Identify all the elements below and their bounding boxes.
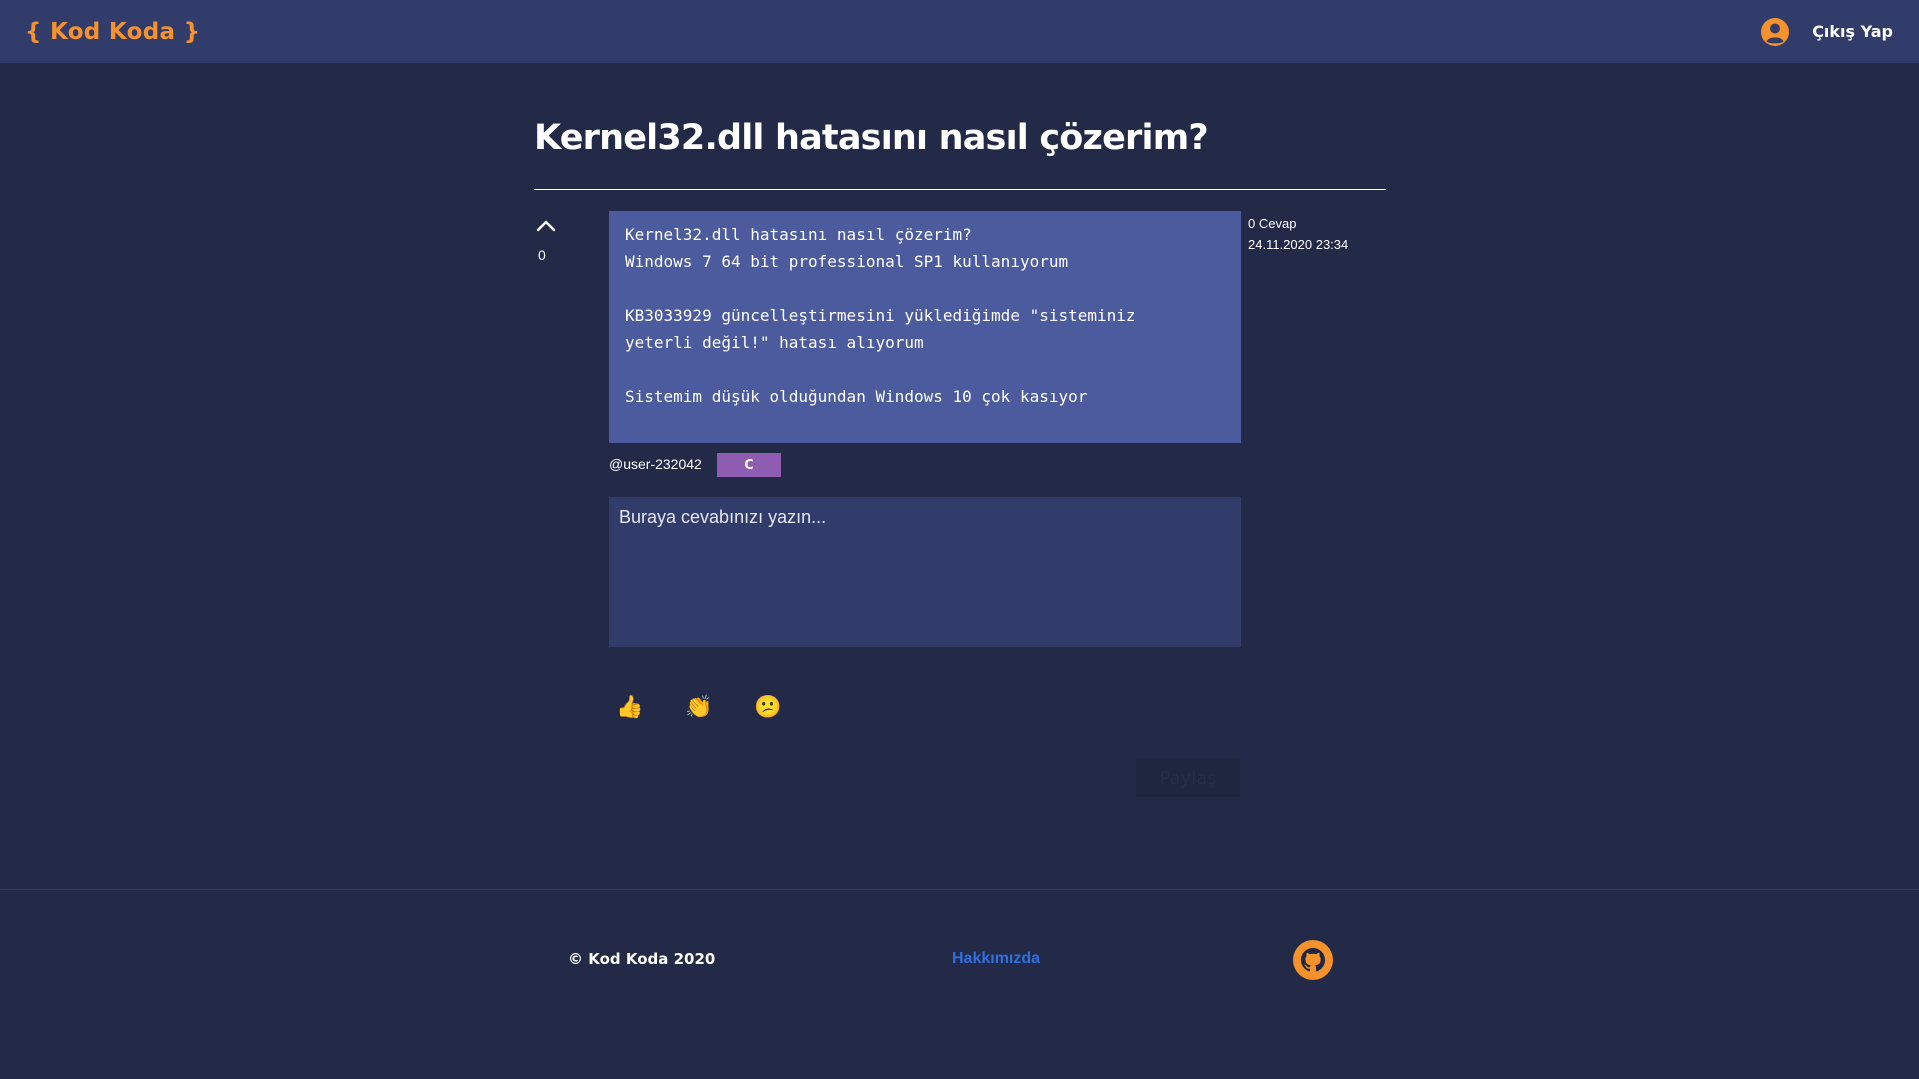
navbar: { Kod Koda } Çıkış Yap [0,0,1919,63]
share-button[interactable]: Paylaş [1136,759,1240,797]
answer-count: 0 Cevap [1248,216,1297,231]
tag-badge[interactable]: C [717,453,781,477]
nav-right: Çıkış Yap [1760,17,1893,47]
github-logo-icon [1301,948,1325,972]
author-link[interactable]: @user-232042 [609,456,702,472]
title-divider [534,189,1386,190]
question-date: 24.11.2020 23:34 [1248,237,1349,252]
answer-input[interactable] [609,497,1241,647]
github-icon[interactable] [1293,940,1333,980]
logout-button[interactable]: Çıkış Yap [1812,22,1893,41]
clap-icon[interactable]: 👏 [685,693,712,720]
reaction-bar: 👍 👏 😕 [616,693,781,720]
footer: © Kod Koda 2020 Hakkımızda [0,889,1919,1079]
page-title: Kernel32.dll hatasını nasıl çözerim? [534,118,1209,158]
vote-count: 0 [538,247,546,263]
copyright: © Kod Koda 2020 [568,950,716,968]
logo[interactable]: { Kod Koda } [25,19,200,45]
question-meta: 0 Cevap 24.11.2020 23:34 [1248,213,1348,255]
confused-icon[interactable]: 😕 [754,693,781,720]
about-link[interactable]: Hakkımızda [952,950,1040,968]
question-body: Kernel32.dll hatasını nasıl çözerim? Win… [609,211,1241,443]
user-circle-icon[interactable] [1760,17,1790,47]
upvote-icon[interactable] [534,216,558,234]
thumbs-up-icon[interactable]: 👍 [616,693,643,720]
